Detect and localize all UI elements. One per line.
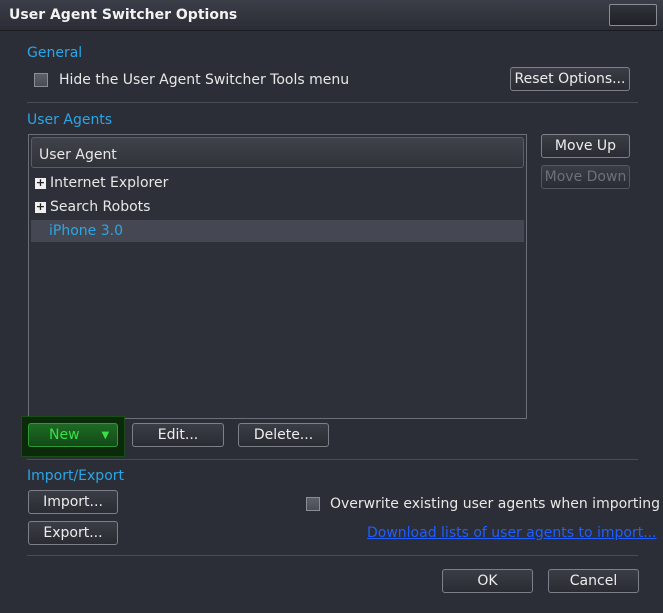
divider [27,102,638,103]
import-export-section-label: Import/Export [27,468,125,484]
new-button-label: New [49,427,80,443]
list-item-search-robots[interactable]: + Search Robots [31,197,524,219]
ok-button[interactable]: OK [442,569,533,593]
import-button[interactable]: Import... [28,490,118,514]
new-button[interactable]: New ▼ [28,423,118,447]
user-agents-section-label: User Agents [27,112,113,128]
hide-menu-label: Hide the User Agent Switcher Tools menu [59,72,350,88]
divider [27,555,638,556]
reset-options-button[interactable]: Reset Options... [510,67,630,91]
move-down-button[interactable]: Move Down [541,165,630,189]
overwrite-checkbox[interactable] [306,497,320,511]
export-button[interactable]: Export... [28,521,118,545]
move-up-button[interactable]: Move Up [541,134,630,158]
download-lists-link[interactable]: Download lists of user agents to import.… [367,525,657,541]
window-title: User Agent Switcher Options [9,7,238,23]
list-item-label: iPhone 3.0 [49,223,123,239]
delete-button[interactable]: Delete... [238,423,329,447]
expand-icon[interactable]: + [35,201,46,213]
overwrite-label: Overwrite existing user agents when impo… [330,496,661,512]
list-item-iphone[interactable]: iPhone 3.0 [31,220,524,242]
list-item-label: Internet Explorer [50,175,169,191]
expand-icon[interactable]: + [35,177,46,189]
close-button[interactable] [609,4,657,26]
divider [27,459,638,460]
cancel-button[interactable]: Cancel [548,569,639,593]
list-item-internet-explorer[interactable]: + Internet Explorer [31,173,524,195]
list-item-label: Search Robots [50,199,151,215]
general-section-label: General [27,45,83,61]
edit-button[interactable]: Edit... [132,423,224,447]
hide-menu-checkbox[interactable] [34,73,48,87]
list-column-header[interactable]: User Agent [31,137,524,168]
user-agent-list[interactable]: User Agent + Internet Explorer + Search … [28,134,527,419]
title-bar: User Agent Switcher Options [0,0,663,31]
dropdown-arrow-icon: ▼ [101,429,110,441]
